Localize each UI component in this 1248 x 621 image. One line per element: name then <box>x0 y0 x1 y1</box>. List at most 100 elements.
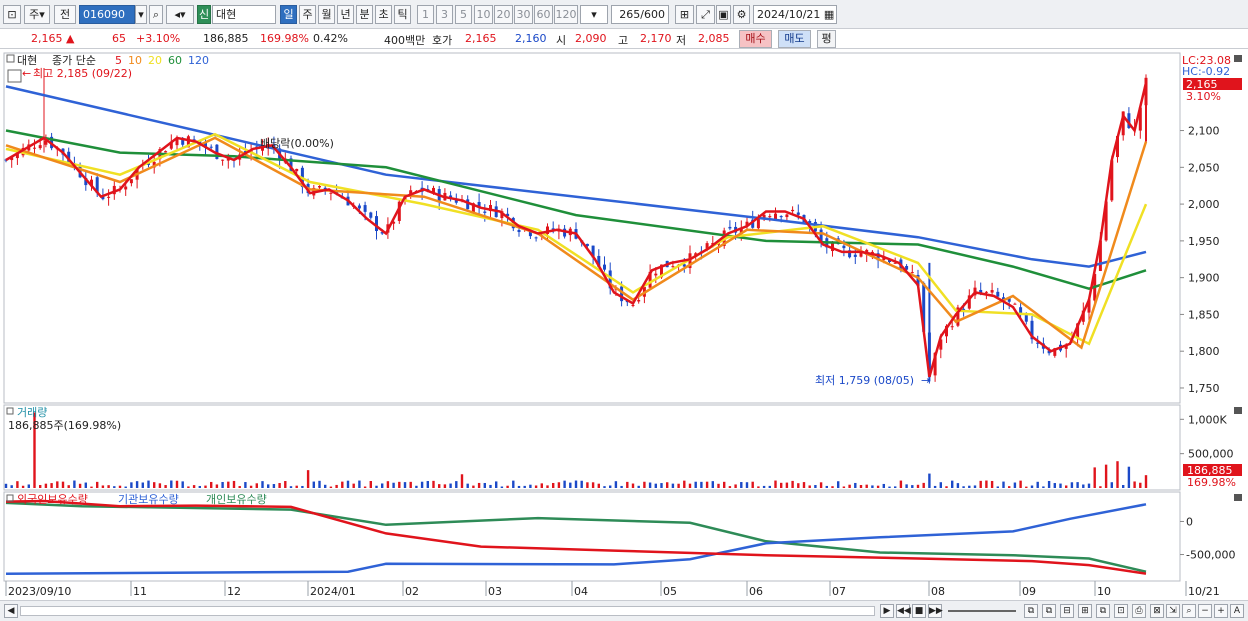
period-main-select[interactable]: 주▾ <box>24 5 50 24</box>
volume-bar <box>232 480 236 488</box>
export-icon[interactable]: ⇲ <box>1166 604 1180 618</box>
compare-icon[interactable]: ⧉ <box>1024 604 1038 618</box>
volume-bar <box>837 481 840 488</box>
code-dropdown-icon[interactable]: ▾ <box>135 5 147 24</box>
volume-bar <box>871 485 874 488</box>
interval-custom-select[interactable]: ▾ <box>580 5 608 24</box>
layer-icon[interactable]: ⊡ <box>1114 604 1128 618</box>
image-icon[interactable]: ⊠ <box>1150 604 1164 618</box>
layout-icon[interactable]: ⊞ <box>1078 604 1092 618</box>
settings-gear-icon[interactable]: ⚙ <box>733 5 750 24</box>
chart-toolbar: ⊡ 주▾ 전 016090 ▾ ⌕ ◂▾ 신 대현 일 주 월 년 분 초 틱 … <box>0 0 1248 29</box>
volume-bar <box>586 482 589 488</box>
candle-body <box>990 290 994 293</box>
stop-icon[interactable]: ■ <box>912 604 926 618</box>
period-tick-button[interactable]: 틱 <box>394 5 411 24</box>
window-icon[interactable]: ⊡ <box>3 5 21 24</box>
zoom-out-icon[interactable]: − <box>1198 604 1212 618</box>
forward-icon[interactable]: ▶▶ <box>928 604 943 618</box>
zoom-slider[interactable] <box>948 610 1016 612</box>
volume-bar <box>768 485 771 488</box>
sound-icon[interactable]: ◂▾ <box>166 5 194 24</box>
horizontal-scrollbar[interactable] <box>20 606 875 616</box>
holding-panel-close-icon[interactable] <box>1234 494 1242 501</box>
indicator-table-icon[interactable] <box>7 69 22 83</box>
rewind-icon[interactable]: ◀◀ <box>896 604 911 618</box>
volume-value-text: 186,885주(169.98%) <box>8 419 121 432</box>
period-month-button[interactable]: 월 <box>318 5 335 24</box>
period-minute-button[interactable]: 분 <box>356 5 373 24</box>
trade-amount: 400백만 <box>384 34 426 47</box>
candle-body <box>517 229 521 233</box>
candle-body <box>774 213 777 220</box>
candle-body <box>671 266 675 268</box>
calendar-icon[interactable]: ▦ <box>824 8 834 21</box>
font-size-icon[interactable]: A <box>1230 604 1244 618</box>
low-price: 2,085 <box>698 32 730 45</box>
volume-bar <box>477 482 481 488</box>
volume-bar <box>563 480 566 488</box>
save-icon[interactable]: ▣ <box>716 5 731 24</box>
volume-bar <box>506 485 509 488</box>
volume-bar <box>1025 486 1028 488</box>
price-tick-label: 2,050 <box>1188 161 1220 174</box>
volume-bar <box>324 484 327 488</box>
zoom-search-icon[interactable]: ⌕ <box>1182 604 1196 618</box>
candle-body <box>768 216 772 218</box>
scroll-left-icon[interactable]: ◀ <box>4 604 18 618</box>
volume-bar <box>700 481 703 488</box>
sell-button[interactable]: 매도 <box>778 30 811 48</box>
interval-3-button[interactable]: 3 <box>436 5 453 24</box>
data-count-field[interactable]: 265/600 <box>611 5 669 24</box>
price-panel-close-icon[interactable] <box>1234 55 1242 62</box>
volume-bar <box>580 480 583 488</box>
ma-legend-title: 종가 단순 <box>52 54 96 67</box>
period-week-button[interactable]: 주 <box>299 5 316 24</box>
volume-bar <box>825 485 828 488</box>
interval-60-button[interactable]: 60 <box>534 5 553 24</box>
price-tick-label: 1,950 <box>1188 235 1220 248</box>
volume-bar <box>677 483 680 488</box>
draw-tool-icon[interactable]: ⤢ <box>696 5 715 24</box>
copy-icon[interactable]: ⧉ <box>1096 604 1110 618</box>
volume-bar <box>939 482 942 488</box>
candle-body <box>209 146 213 148</box>
evaluate-button[interactable]: 평 <box>817 30 836 48</box>
volume-panel-close-icon[interactable] <box>1234 407 1242 414</box>
buy-button[interactable]: 매수 <box>739 30 772 48</box>
volume-bar <box>512 480 515 488</box>
period-year-button[interactable]: 년 <box>337 5 354 24</box>
stock-code-input[interactable]: 016090 <box>79 5 135 24</box>
volume-bar <box>255 483 258 488</box>
prev-button[interactable]: 전 <box>54 5 76 24</box>
interval-120-button[interactable]: 120 <box>554 5 578 24</box>
candle-body <box>654 273 658 276</box>
volume-bar <box>261 481 264 488</box>
volume-bar <box>335 484 338 488</box>
volume-bar <box>643 481 646 488</box>
split-icon[interactable]: ⊟ <box>1060 604 1074 618</box>
interval-10-button[interactable]: 10 <box>474 5 493 24</box>
search-icon[interactable]: ⌕ <box>149 5 163 24</box>
interval-1-button[interactable]: 1 <box>417 5 434 24</box>
overlay-icon[interactable]: ⧉ <box>1042 604 1056 618</box>
next-icon[interactable]: ▶ <box>880 604 894 618</box>
date-field[interactable]: 2024/10/21 ▦ <box>753 5 837 24</box>
volume-bar <box>717 483 720 488</box>
volume-bar <box>1042 486 1045 488</box>
candle-type-icon[interactable]: ⊞ <box>675 5 694 24</box>
zoom-in-icon[interactable]: + <box>1214 604 1228 618</box>
volume-bar <box>905 484 908 488</box>
candle-body <box>603 264 606 270</box>
volume-bar <box>27 484 30 488</box>
interval-20-button[interactable]: 20 <box>494 5 513 24</box>
stock-chart[interactable]: 1,750 1,800 1,850 1,900 1,950 2,000 2,050 2,100… <box>0 51 1248 600</box>
interval-30-button[interactable]: 30 <box>514 5 533 24</box>
price-change: 65 <box>112 32 126 45</box>
volume-bar <box>130 482 133 488</box>
period-second-button[interactable]: 초 <box>375 5 392 24</box>
period-day-button[interactable]: 일 <box>280 5 297 24</box>
print-icon[interactable]: ⎙ <box>1132 604 1146 618</box>
dividend-note: 배당락(0.00%) <box>260 137 334 150</box>
interval-5-button[interactable]: 5 <box>455 5 472 24</box>
